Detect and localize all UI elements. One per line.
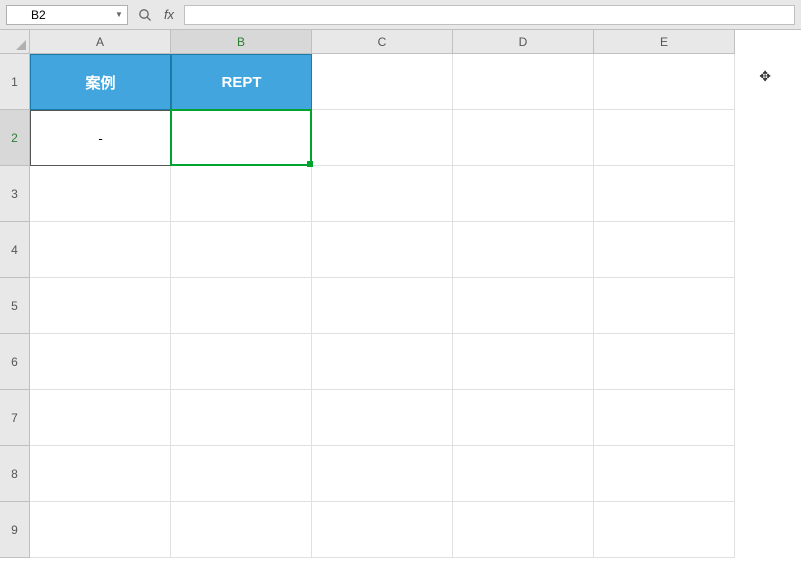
col-header-D[interactable]: D bbox=[453, 30, 594, 54]
cell-A3[interactable] bbox=[30, 166, 171, 222]
select-all-corner[interactable] bbox=[0, 30, 30, 54]
cell-A5[interactable] bbox=[30, 278, 171, 334]
cell-B8[interactable] bbox=[171, 446, 312, 502]
cell-E5[interactable] bbox=[594, 278, 735, 334]
column-headers: A B C D E bbox=[30, 30, 735, 54]
cell-C5[interactable] bbox=[312, 278, 453, 334]
row-header-4[interactable]: 4 bbox=[0, 222, 30, 278]
col-header-B[interactable]: B bbox=[171, 30, 312, 54]
cell-C1[interactable] bbox=[312, 54, 453, 110]
name-box[interactable]: B2 ▼ bbox=[6, 5, 128, 25]
cell-E1[interactable] bbox=[594, 54, 735, 110]
row-header-1[interactable]: 1 bbox=[0, 54, 30, 110]
formula-input[interactable] bbox=[184, 5, 795, 25]
cell-D5[interactable] bbox=[453, 278, 594, 334]
cell-B1[interactable]: REPT bbox=[171, 54, 312, 110]
row-header-3[interactable]: 3 bbox=[0, 166, 30, 222]
row-header-7[interactable]: 7 bbox=[0, 390, 30, 446]
cell-E7[interactable] bbox=[594, 390, 735, 446]
cell-D8[interactable] bbox=[453, 446, 594, 502]
cell-A4[interactable] bbox=[30, 222, 171, 278]
cell-A1[interactable]: 案例 bbox=[30, 54, 171, 110]
cell-A7[interactable] bbox=[30, 390, 171, 446]
cell-C9[interactable] bbox=[312, 502, 453, 558]
cell-B5[interactable] bbox=[171, 278, 312, 334]
move-cursor-icon: ✥ bbox=[759, 68, 771, 85]
cell-D2[interactable] bbox=[453, 110, 594, 166]
cell-B3[interactable] bbox=[171, 166, 312, 222]
col-header-E[interactable]: E bbox=[594, 30, 735, 54]
cell-E4[interactable] bbox=[594, 222, 735, 278]
cell-E2[interactable] bbox=[594, 110, 735, 166]
cell-B2[interactable] bbox=[171, 110, 312, 166]
row-headers: 1 2 3 4 5 6 7 8 9 bbox=[0, 54, 30, 558]
cell-A9[interactable] bbox=[30, 502, 171, 558]
col-header-C[interactable]: C bbox=[312, 30, 453, 54]
cell-C3[interactable] bbox=[312, 166, 453, 222]
row-header-9[interactable]: 9 bbox=[0, 502, 30, 558]
row-header-8[interactable]: 8 bbox=[0, 446, 30, 502]
cell-A2[interactable]: - bbox=[30, 110, 171, 166]
zoom-icon[interactable] bbox=[136, 6, 154, 24]
cell-D6[interactable] bbox=[453, 334, 594, 390]
cell-D4[interactable] bbox=[453, 222, 594, 278]
row-header-5[interactable]: 5 bbox=[0, 278, 30, 334]
cell-B7[interactable] bbox=[171, 390, 312, 446]
cell-D9[interactable] bbox=[453, 502, 594, 558]
cell-D1[interactable] bbox=[453, 54, 594, 110]
formula-bar-area: fx bbox=[136, 5, 795, 25]
cell-C8[interactable] bbox=[312, 446, 453, 502]
fx-icon[interactable]: fx bbox=[160, 7, 178, 22]
cell-A6[interactable] bbox=[30, 334, 171, 390]
cell-C2[interactable] bbox=[312, 110, 453, 166]
cell-B6[interactable] bbox=[171, 334, 312, 390]
cell-A8[interactable] bbox=[30, 446, 171, 502]
row-header-2[interactable]: 2 bbox=[0, 110, 30, 166]
cell-D7[interactable] bbox=[453, 390, 594, 446]
cell-E8[interactable] bbox=[594, 446, 735, 502]
cell-E3[interactable] bbox=[594, 166, 735, 222]
row-header-6[interactable]: 6 bbox=[0, 334, 30, 390]
cell-D3[interactable] bbox=[453, 166, 594, 222]
cell-B4[interactable] bbox=[171, 222, 312, 278]
cell-B9[interactable] bbox=[171, 502, 312, 558]
toolbar: B2 ▼ fx bbox=[0, 0, 801, 30]
cell-C6[interactable] bbox=[312, 334, 453, 390]
dropdown-icon[interactable]: ▼ bbox=[113, 8, 125, 22]
cell-E6[interactable] bbox=[594, 334, 735, 390]
cell-C7[interactable] bbox=[312, 390, 453, 446]
col-header-A[interactable]: A bbox=[30, 30, 171, 54]
cell-C4[interactable] bbox=[312, 222, 453, 278]
name-box-value: B2 bbox=[31, 8, 46, 22]
cell-E9[interactable] bbox=[594, 502, 735, 558]
